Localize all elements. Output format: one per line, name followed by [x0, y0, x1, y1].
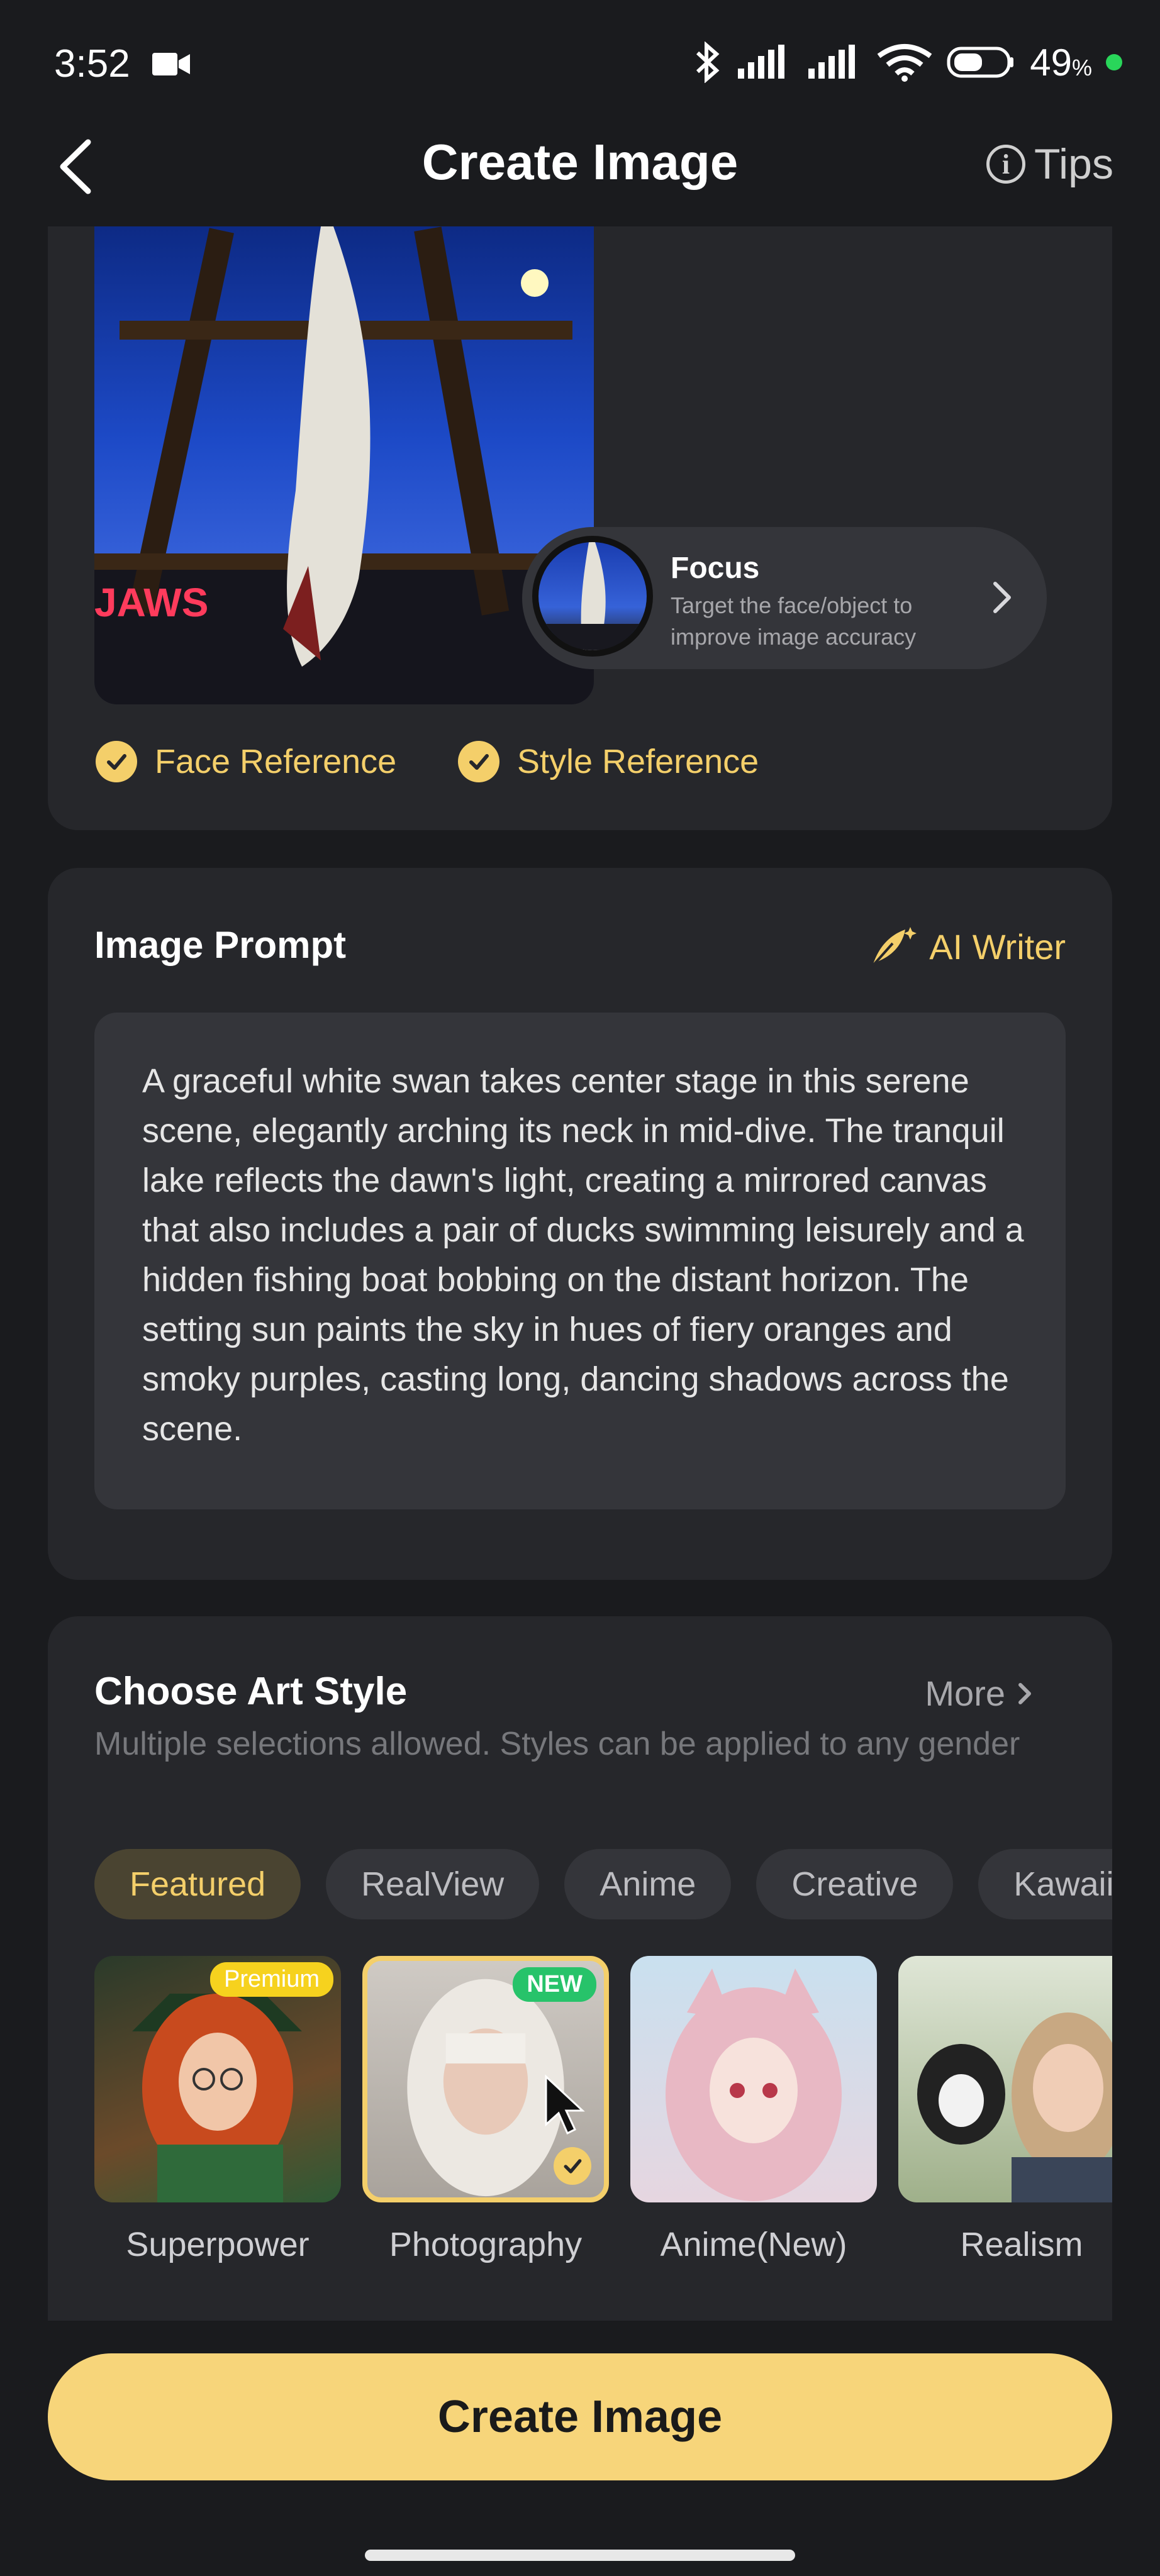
premium-badge: Premium: [209, 1962, 333, 1997]
selected-check-icon: [554, 2147, 591, 2185]
more-label: More: [925, 1674, 1005, 1713]
status-time: 3:52: [54, 42, 130, 86]
art-style-subtitle: Multiple selections allowed. Styles can …: [94, 1726, 1020, 1762]
jaws-sign-text: JAWS: [94, 580, 208, 625]
tab-featured[interactable]: Featured: [94, 1849, 301, 1919]
wifi-icon: [877, 44, 932, 82]
style-thumbnail-selected: NEW: [362, 1956, 609, 2202]
more-button[interactable]: More: [925, 1673, 1034, 1714]
reference-photo: JAWS: [94, 226, 594, 704]
signal-icon-2: [808, 45, 856, 79]
style-list: Premium Superpower NEW Photography Anime…: [94, 1956, 1112, 2283]
charging-dot: [1106, 54, 1122, 70]
style-thumbnail: [898, 1956, 1112, 2202]
style-item-superpower[interactable]: Premium Superpower: [94, 1956, 341, 2264]
signal-icon: [738, 45, 785, 79]
home-indicator[interactable]: [365, 2550, 795, 2561]
status-icons: 49%: [694, 40, 1122, 84]
ai-writer-label: AI Writer: [929, 926, 1066, 967]
tips-button[interactable]: i Tips: [986, 140, 1113, 189]
battery-level: 49%: [1030, 41, 1092, 84]
style-item-realism[interactable]: Realism: [898, 1956, 1112, 2264]
chevron-right-icon: [1018, 1682, 1031, 1704]
tab-anime[interactable]: Anime: [564, 1849, 732, 1919]
bluetooth-icon: [696, 42, 720, 83]
info-icon: i: [986, 145, 1026, 184]
create-image-button[interactable]: Create Image: [48, 2353, 1112, 2480]
ai-writer-button[interactable]: AI Writer: [869, 924, 1066, 969]
style-reference-label: Style Reference: [517, 743, 759, 780]
realism-thumbnail-art: [917, 2012, 1112, 2202]
focus-thumbnail: [532, 536, 653, 657]
face-reference-option[interactable]: Face Reference: [96, 741, 396, 782]
style-item-photography[interactable]: NEW Photography: [362, 1956, 609, 2264]
tab-creative[interactable]: Creative: [756, 1849, 954, 1919]
chevron-right-icon: [993, 582, 1011, 613]
cursor-icon: [545, 2074, 585, 2135]
style-reference-option[interactable]: Style Reference: [458, 741, 759, 782]
tips-label: Tips: [1034, 140, 1113, 188]
battery-icon: [947, 47, 1014, 78]
new-badge: NEW: [513, 1967, 596, 2002]
checkmark-icon: [96, 741, 137, 782]
style-label: Superpower: [126, 2226, 310, 2263]
tab-realview[interactable]: RealView: [326, 1849, 540, 1919]
prompt-text[interactable]: A graceful white swan takes center stage…: [142, 1057, 1035, 1454]
style-label: Realism: [960, 2226, 1083, 2263]
focus-thumbnail-photo: [538, 542, 647, 650]
video-camera-icon: [152, 53, 190, 75]
art-style-title: Choose Art Style: [94, 1670, 408, 1713]
style-label: Photography: [389, 2226, 583, 2263]
style-label: Anime(New): [660, 2226, 847, 2263]
focus-title: Focus: [671, 552, 760, 585]
style-thumbnail: [630, 1956, 877, 2202]
style-thumbnail: Premium: [94, 1956, 341, 2202]
checkmark-icon: [458, 741, 499, 782]
reference-image[interactable]: JAWS: [94, 226, 594, 704]
tab-kawaii[interactable]: Kawaii: [978, 1849, 1112, 1919]
feather-pen-icon: [871, 927, 917, 967]
anime-thumbnail-art: [666, 1968, 842, 2201]
face-reference-label: Face Reference: [155, 743, 397, 780]
style-item-anime-new[interactable]: Anime(New): [630, 1956, 877, 2264]
focus-subtitle: Target the face/object to improve image …: [671, 592, 917, 650]
style-category-tabs: Featured RealView Anime Creative Kawaii: [94, 1849, 1112, 1919]
prompt-title: Image Prompt: [94, 924, 347, 966]
